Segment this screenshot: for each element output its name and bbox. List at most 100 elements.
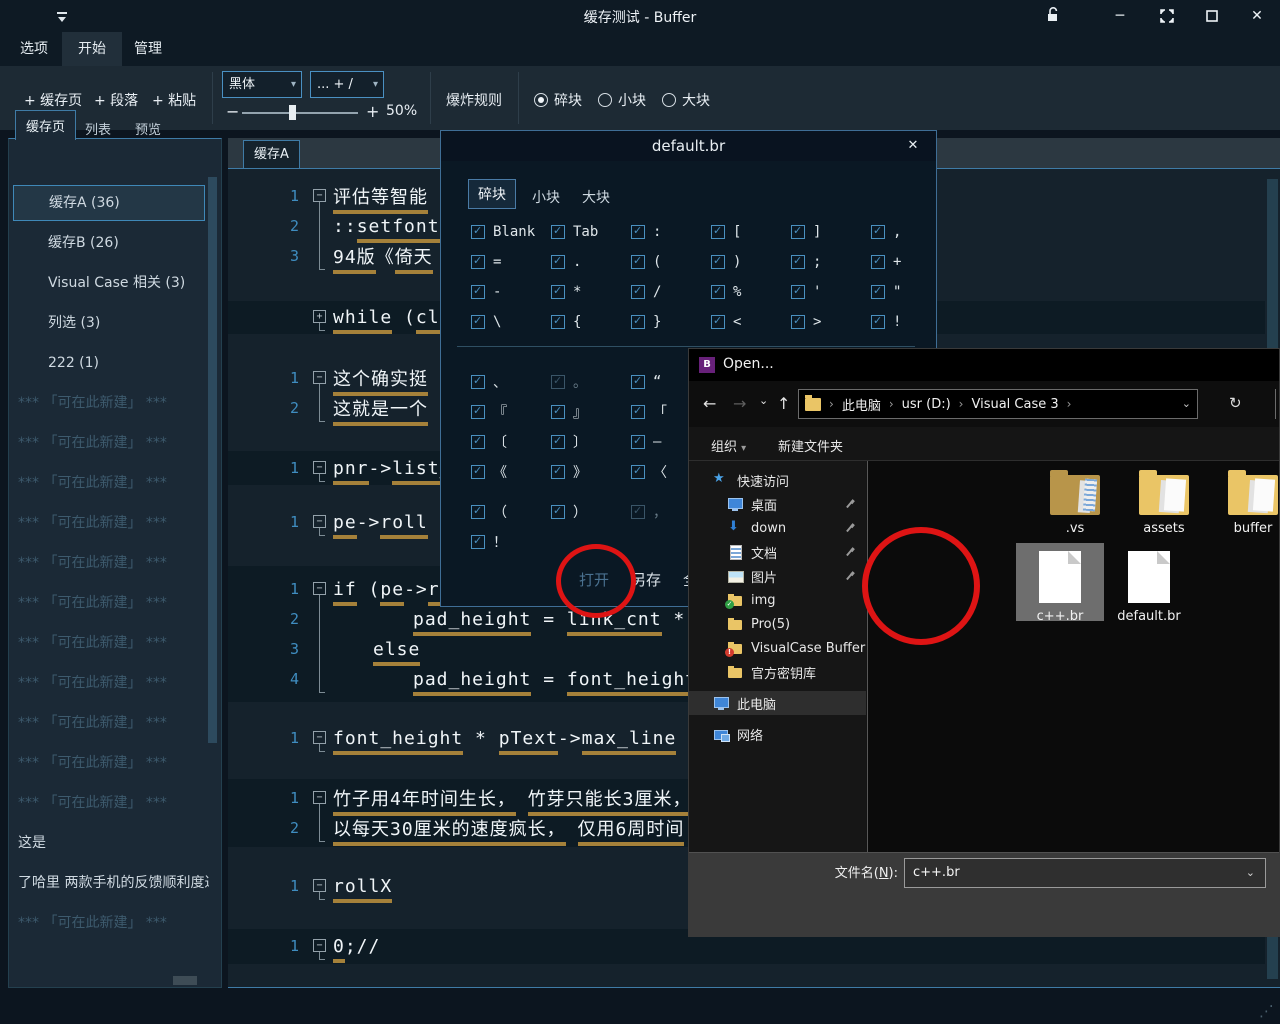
close-button[interactable]: ✕ (1237, 0, 1277, 32)
fold-toggle-icon[interactable]: + (313, 310, 326, 323)
history-dropdown-icon[interactable]: ⌄ (759, 394, 768, 407)
fold-toggle-icon[interactable]: − (313, 731, 326, 744)
nav-item-5[interactable]: 图片 (689, 564, 866, 588)
checkbox-checked[interactable] (871, 225, 885, 239)
folder-tile[interactable]: buffer (1209, 471, 1279, 536)
nav-item-9[interactable]: 官方密钥库 (689, 660, 866, 684)
checkbox-checked[interactable] (471, 375, 485, 389)
nav-item-2[interactable]: 桌面 (689, 492, 866, 516)
checkbox-checked[interactable] (471, 535, 485, 549)
nav-item-4[interactable]: 文档 (689, 540, 866, 564)
checkbox-checked[interactable] (631, 375, 645, 389)
list-item[interactable]: *** 「可在此新建」 *** (9, 423, 209, 463)
breadcrumb-field[interactable]: ›此电脑›usr (D:)›Visual Case 3› ⌄ (798, 389, 1198, 419)
checkbox-checked[interactable] (471, 285, 485, 299)
checkbox-checked[interactable] (471, 315, 485, 329)
checkbox-checked[interactable] (631, 465, 645, 479)
fold-toggle-icon[interactable]: − (313, 461, 326, 474)
breadcrumb-segment[interactable]: Visual Case 3 (971, 397, 1058, 412)
folder-tile[interactable]: .vs (1031, 471, 1119, 536)
fold-toggle-icon[interactable]: − (313, 939, 326, 952)
forward-button[interactable]: → (733, 394, 746, 413)
break-tab-1[interactable]: 碎块 (468, 179, 516, 209)
fold-toggle-icon[interactable]: − (313, 879, 326, 892)
organize-menu[interactable]: 组织 ▾ (711, 436, 746, 455)
resize-grip[interactable]: ⋰ (1259, 1002, 1274, 1020)
fold-toggle-icon[interactable]: − (313, 189, 326, 202)
checkbox-checked[interactable] (551, 225, 565, 239)
list-item[interactable]: 缓存B (26) (9, 223, 209, 263)
sidebar-tab-1[interactable]: 缓存页 (15, 110, 76, 140)
list-item[interactable]: *** 「可在此新建」 *** (9, 383, 209, 423)
nav-item-6[interactable]: ✓img (689, 588, 866, 612)
nav-item-1[interactable]: 快速访问 (689, 468, 866, 492)
checkbox-checked[interactable] (471, 505, 485, 519)
zoom-slider-track[interactable] (242, 112, 358, 114)
nav-item-8[interactable]: !VisualCase Buffer (689, 636, 866, 660)
list-item[interactable]: 了哈里 两款手机的反馈顺利度过 (9, 863, 209, 903)
checkbox-checked[interactable] (871, 285, 885, 299)
checkbox-checked[interactable] (791, 255, 805, 269)
checkbox-checked[interactable] (551, 255, 565, 269)
zoom-slider-thumb[interactable] (289, 105, 296, 120)
add-paste-button[interactable]: + 粘贴 (152, 90, 196, 110)
dialog-close-icon[interactable]: ✕ (902, 131, 924, 161)
break-tab-3[interactable]: 大块 (573, 183, 619, 211)
checkbox-checked[interactable] (471, 255, 485, 269)
checkbox-checked[interactable] (551, 465, 565, 479)
chevron-down-icon[interactable]: ⌄ (1246, 859, 1255, 887)
list-item[interactable]: Visual Case 相关 (3) (9, 263, 209, 303)
file-tile[interactable]: c++.br (1016, 549, 1104, 624)
breadcrumb-segment[interactable]: usr (D:) (902, 397, 951, 412)
checkbox-checked[interactable] (551, 505, 565, 519)
checkbox-checked[interactable] (551, 405, 565, 419)
checkbox-checked[interactable] (471, 435, 485, 449)
list-item[interactable]: *** 「可在此新建」 *** (9, 463, 209, 503)
checkbox-checked[interactable] (791, 285, 805, 299)
fold-toggle-icon[interactable]: − (313, 582, 326, 595)
checkbox-checked[interactable] (631, 285, 645, 299)
checkbox-checked[interactable] (791, 225, 805, 239)
list-item[interactable]: *** 「可在此新建」 *** (9, 623, 209, 663)
list-item[interactable]: 这是 (9, 823, 209, 863)
folder-tile[interactable]: assets (1120, 471, 1208, 536)
file-tile[interactable]: default.br (1105, 549, 1193, 624)
checkbox-checked[interactable] (551, 285, 565, 299)
list-item[interactable]: *** 「可在此新建」 *** (9, 663, 209, 703)
fold-toggle-icon[interactable]: − (313, 791, 326, 804)
checkbox-checked[interactable] (711, 225, 725, 239)
checkbox-checked[interactable] (631, 315, 645, 329)
list-item[interactable]: *** 「可在此新建」 *** (9, 703, 209, 743)
refresh-icon[interactable]: ↻ (1229, 394, 1242, 412)
sidebar-horizontal-scrollbar[interactable] (173, 976, 197, 985)
unlock-icon[interactable] (1046, 6, 1060, 24)
radio-2[interactable]: 小块 (598, 90, 646, 110)
checkbox-checked[interactable] (631, 405, 645, 419)
nav-item-10[interactable]: 此电脑 (689, 691, 866, 715)
address-dropdown-icon[interactable]: ⌄ (1182, 397, 1191, 410)
explosion-rules-button[interactable]: 爆炸规则 (446, 90, 502, 110)
list-item[interactable]: 列选 (3) (9, 303, 209, 343)
list-item[interactable]: 222 (1) (9, 343, 209, 383)
maximize-button[interactable] (1192, 0, 1232, 32)
zoom-minus[interactable]: − (226, 102, 239, 121)
checkbox-checked[interactable] (631, 225, 645, 239)
list-item[interactable]: *** 「可在此新建」 *** (9, 743, 209, 783)
nav-item-7[interactable]: Pro(5) (689, 612, 866, 636)
checkbox-checked[interactable] (791, 315, 805, 329)
new-folder-button[interactable]: 新建文件夹 (778, 436, 843, 455)
menu-item-1[interactable]: 选项 (4, 32, 64, 66)
checkbox-checked[interactable] (551, 315, 565, 329)
editor-tab-cache-a[interactable]: 缓存A (243, 140, 300, 168)
nav-item-3[interactable]: down (689, 516, 866, 540)
list-item[interactable]: *** 「可在此新建」 *** (9, 543, 209, 583)
add-cache-page-button[interactable]: + 缓存页 (24, 90, 82, 110)
checkbox-checked[interactable] (551, 375, 565, 389)
style-select[interactable]: ... + / ▾ (310, 71, 384, 98)
radio-1[interactable]: 碎块 (534, 90, 582, 110)
sidebar-vertical-scrollbar[interactable] (208, 177, 217, 743)
checkbox-checked[interactable] (711, 285, 725, 299)
checkbox-checked[interactable] (471, 225, 485, 239)
sidebar-tab-3[interactable]: 预览 (125, 114, 171, 144)
checkbox-checked[interactable] (711, 315, 725, 329)
